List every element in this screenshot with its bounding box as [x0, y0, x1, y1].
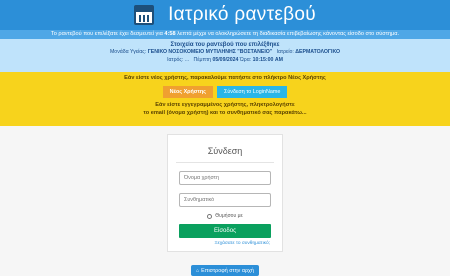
details-title: Στοιχεία του ραντεβού που επιλέξθηκε	[170, 42, 280, 48]
login-title: Σύνδεση	[207, 146, 243, 156]
login-divider	[176, 162, 274, 163]
unit-label: Μονάδα Υγείας:	[109, 49, 147, 55]
remember-checkbox[interactable]	[207, 213, 213, 219]
app-header: Ιατρικό ραντεβού	[0, 0, 450, 30]
reservation-timer-bar: Το ραντεβού που επιλέξατε έχει δεσμευτεί…	[0, 30, 450, 39]
timer-text-after: λεπτά μέχρι να ολοκληρώσετε τη διαδικασί…	[177, 31, 400, 37]
details-unit-line: Μονάδα Υγείας: ΓΕΝΙΚΟ ΝΟΣΟΚΟΜΕΙΟ ΜΥΤΙΛΗΝ…	[0, 49, 450, 57]
remember-label: Θυμήσου με	[215, 213, 243, 219]
login-submit-button[interactable]: Είσοδος	[179, 224, 271, 238]
new-user-notice: Εάν είστε νέος χρήστης, παρακαλούμε πατή…	[0, 72, 450, 126]
login-card: Σύνδεση Θυμήσου με Είσοδος Ξεχάσατε το σ…	[167, 134, 283, 252]
back-home-button[interactable]: ⌂ Επιστροφή στην αρχή	[191, 265, 259, 276]
calendar-icon	[134, 5, 155, 25]
specialty-label: Ιατρείο:	[276, 49, 294, 55]
time-label: Ώρα:	[239, 56, 252, 63]
unit-value: ΓΕΝΙΚΟ ΝΟΣΟΚΟΜΕΙΟ ΜΥΤΙΛΗΝΗΣ "ΒΟΣΤΑΝΕΙΟ"	[147, 49, 273, 55]
page-title: Ιατρικό ραντεβού	[168, 4, 316, 25]
new-user-button[interactable]: Νέος Χρήστης	[162, 86, 213, 98]
username-input[interactable]	[179, 171, 271, 185]
timer-text-before: Το ραντεβού που επιλέξατε έχει δεσμευτεί…	[50, 31, 163, 37]
details-date-line: Ιατρός: ... Πέμπτη 05/09/2024 Ώρα: 10:15…	[0, 57, 450, 65]
home-icon: ⌂	[196, 267, 200, 274]
specialty-value: ΔΕΡΜΑΤΟΛΟΓΙΚΟ	[295, 49, 341, 55]
time-value: 10:15:00 AM	[252, 56, 283, 63]
appointment-details: Στοιχεία του ραντεβού που επιλέξθηκε Μον…	[0, 39, 450, 72]
remember-me[interactable]: Θυμήσου με	[168, 213, 282, 219]
date-value: 05/09/2024	[212, 56, 239, 63]
doctor-label: Ιατρός: ...	[167, 56, 190, 63]
back-home-label: Επιστροφή στην αρχή	[201, 267, 254, 274]
date-label: Πέμπτη	[193, 56, 212, 63]
login-name-button[interactable]: Σύνδεση το LoginName	[217, 86, 288, 98]
forgot-password-link[interactable]: Ξεχάσατε το συνθηματικό;	[168, 241, 270, 246]
registered-line-2: το email (όνομα χρήστη) και το συνθηματι…	[143, 110, 307, 116]
password-input[interactable]	[179, 193, 271, 207]
new-user-prompt: Εάν είστε νέος χρήστης, παρακαλούμε πατή…	[124, 75, 326, 81]
notice-buttons: Νέος Χρήστης Σύνδεση το LoginName	[0, 86, 450, 98]
registered-line-1: Εάν είστε εγγεγραμμένος χρήστης, πληκτρο…	[155, 102, 295, 108]
timer-remaining: 4:58	[164, 31, 176, 37]
